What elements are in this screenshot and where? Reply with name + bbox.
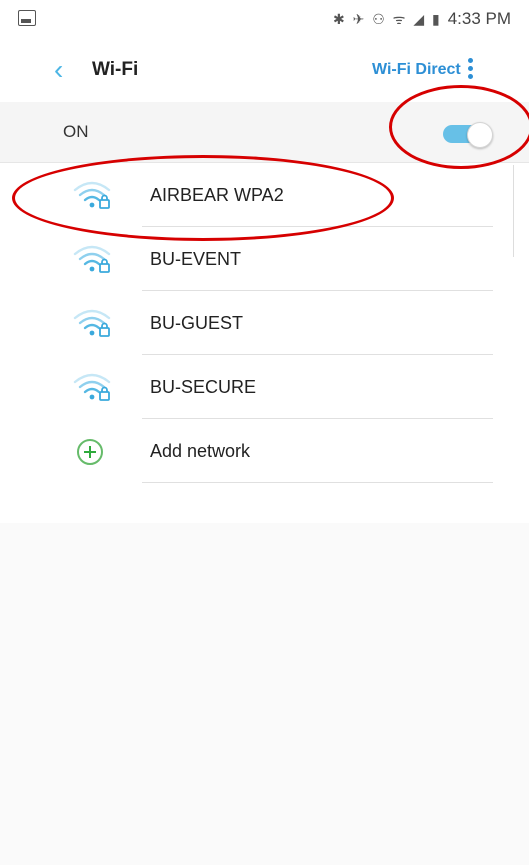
- network-item-bu-secure[interactable]: BU-SECURE: [0, 355, 529, 419]
- network-list: AIRBEAR WPA2 BU-EVENT BU-GUEST BU-SECURE…: [0, 163, 529, 523]
- gallery-notification-icon: [18, 10, 36, 26]
- network-item-bu-guest[interactable]: BU-GUEST: [0, 291, 529, 355]
- status-right: ✱ ✈ ⚇ ᯤ ◢ ▮ 4:33 PM: [333, 9, 511, 29]
- wifi-locked-icon: [73, 245, 111, 273]
- network-name: AIRBEAR WPA2: [150, 185, 284, 205]
- wifi-toggle[interactable]: [443, 122, 495, 148]
- status-time: 4:33 PM: [447, 9, 511, 28]
- wifi-locked-icon: [73, 309, 111, 337]
- wifi-locked-icon: [73, 181, 111, 209]
- chevron-left-icon[interactable]: ‹: [54, 56, 63, 84]
- scroll-indicator[interactable]: [513, 165, 522, 257]
- toggle-knob: [467, 122, 493, 148]
- more-vertical-icon[interactable]: [465, 56, 475, 84]
- network-item-airbear-wpa2[interactable]: AIRBEAR WPA2: [0, 163, 529, 227]
- plus-circle-icon: [77, 439, 103, 465]
- wifi-toggle-row[interactable]: ON: [0, 102, 529, 163]
- add-network-label: Add network: [150, 441, 251, 461]
- network-name: BU-EVENT: [150, 249, 242, 269]
- status-icons: ✱ ✈ ⚇ ᯤ ◢ ▮: [332, 10, 442, 27]
- network-name: BU-GUEST: [150, 313, 244, 333]
- wifi-locked-icon: [73, 373, 111, 401]
- status-bar: ✱ ✈ ⚇ ᯤ ◢ ▮ 4:33 PM: [0, 0, 529, 38]
- phone-screen: ✱ ✈ ⚇ ᯤ ◢ ▮ 4:33 PM ‹ Wi-Fi Wi-Fi Direct…: [0, 0, 529, 865]
- wifi-toggle-label: ON: [63, 122, 89, 141]
- network-name: BU-SECURE: [150, 377, 257, 397]
- divider: [142, 482, 493, 483]
- page-title: Wi-Fi: [92, 59, 139, 80]
- network-item-bu-event[interactable]: BU-EVENT: [0, 227, 529, 291]
- wifi-direct-button[interactable]: Wi-Fi Direct: [372, 61, 461, 79]
- app-bar: ‹ Wi-Fi Wi-Fi Direct: [0, 38, 529, 103]
- add-network-button[interactable]: Add network: [0, 419, 529, 483]
